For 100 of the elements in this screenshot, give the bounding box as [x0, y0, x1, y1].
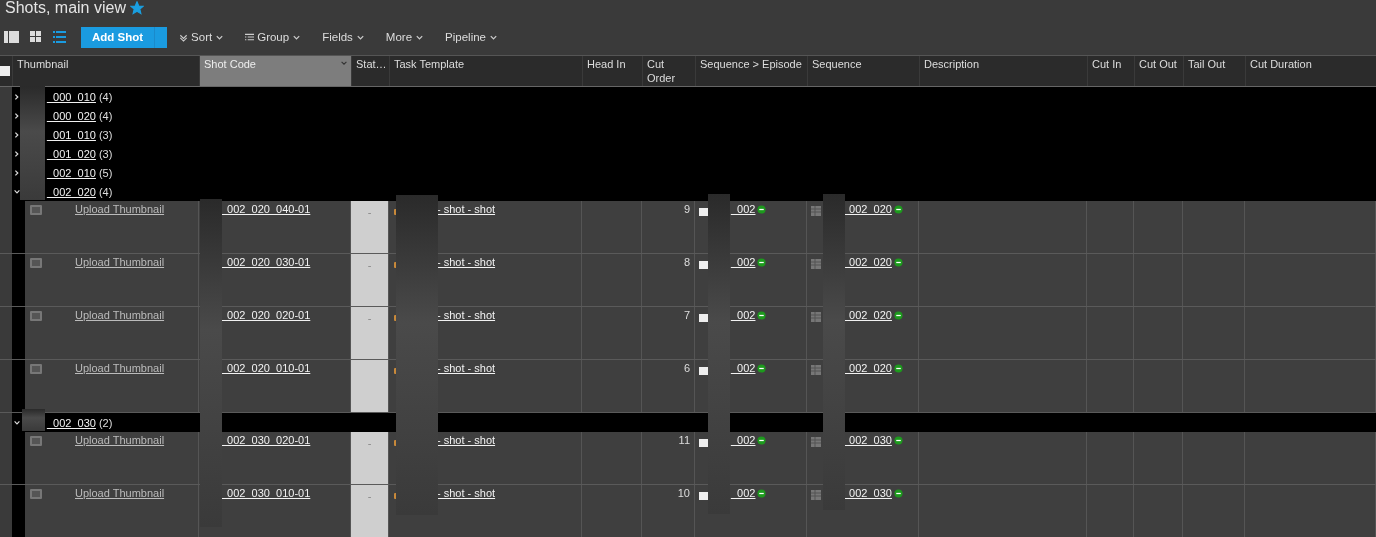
cut-order-value: 8: [683, 256, 690, 268]
list-view-icon[interactable]: [52, 30, 67, 44]
expand-chevron-icon[interactable]: [13, 130, 21, 139]
collapse-chevron-icon[interactable]: [13, 418, 21, 427]
sequence-icon: [811, 490, 821, 500]
sequence-link[interactable]: _002_020: [843, 362, 892, 374]
sequence-icon: [811, 206, 821, 216]
status-icon: [893, 489, 903, 498]
task-template-link[interactable]: - shot - shot: [437, 309, 496, 321]
status-cell: -: [351, 254, 389, 306]
cut-order-value: 11: [678, 434, 690, 446]
column-header[interactable]: Shot Code: [199, 56, 351, 86]
film-icon: [29, 435, 43, 447]
column-header[interactable]: Cut In: [1087, 56, 1134, 86]
cut-order-value: 9: [683, 203, 690, 215]
group-count: (4): [98, 90, 113, 103]
expand-chevron-icon[interactable]: [13, 168, 21, 177]
task-template-link[interactable]: - shot - shot: [437, 487, 496, 499]
upload-thumbnail-link[interactable]: Upload Thumbnail: [75, 487, 165, 499]
upload-thumbnail-link[interactable]: Upload Thumbnail: [75, 256, 165, 268]
toolbar-menu[interactable]: Pipeline: [445, 31, 498, 43]
expand-chevron-icon[interactable]: [13, 92, 21, 101]
episode-link[interactable]: _002: [731, 487, 756, 499]
task-template-link[interactable]: - shot - shot: [437, 256, 496, 268]
toolbar-menu[interactable]: Fields: [322, 31, 365, 43]
episode-icon: [699, 206, 709, 216]
sequence-icon: [811, 259, 821, 269]
upload-thumbnail-link[interactable]: Upload Thumbnail: [75, 203, 165, 215]
cut-order-value: 6: [683, 362, 690, 374]
status-icon: [757, 205, 767, 214]
column-header[interactable]: Stat…: [351, 56, 389, 86]
episode-link[interactable]: _002: [731, 203, 756, 215]
sequence-link[interactable]: _002_020: [843, 256, 892, 268]
column-header[interactable]: Description: [919, 56, 1087, 86]
group-icon[interactable]: [245, 32, 255, 42]
shot-code-link[interactable]: _002_020_040-01: [221, 203, 311, 215]
group-count: (3): [98, 147, 113, 160]
task-template-link[interactable]: - shot - shot: [437, 362, 496, 374]
group-link[interactable]: _002_030: [47, 416, 96, 429]
toolbar-menu[interactable]: Group: [245, 31, 302, 43]
status-cell: -: [351, 485, 389, 537]
sequence-link[interactable]: _002_030: [843, 487, 892, 499]
status-icon: [893, 364, 903, 373]
group-link[interactable]: _000_020: [47, 109, 96, 122]
column-header[interactable]: Cut Order: [642, 56, 695, 86]
toolbar-menu[interactable]: Sort: [179, 31, 225, 43]
shot-code-link[interactable]: _002_030_020-01: [221, 434, 311, 446]
column-header[interactable]: Head In: [582, 56, 642, 86]
panel-layout-icon[interactable]: [4, 30, 19, 44]
column-header[interactable]: Sequence > Episode: [695, 56, 807, 86]
redaction-bar: [22, 409, 45, 431]
grid-view-icon[interactable]: [28, 30, 43, 44]
page-title: Shots, main view: [5, 0, 126, 17]
sequence-link[interactable]: _002_020: [843, 309, 892, 321]
collapse-chevron-icon[interactable]: [13, 187, 21, 196]
status-icon: [757, 258, 767, 267]
upload-thumbnail-link[interactable]: Upload Thumbnail: [75, 434, 165, 446]
group-link[interactable]: _002_010: [47, 166, 96, 179]
sort-caret-icon: [340, 59, 348, 67]
expand-chevron-icon[interactable]: [13, 111, 21, 120]
cut-order-value: 7: [683, 309, 690, 321]
task-template-link[interactable]: - shot - shot: [437, 434, 496, 446]
episode-icon: [699, 259, 709, 269]
sort-icon[interactable]: [179, 32, 189, 42]
group-link[interactable]: _000_010: [47, 90, 96, 103]
group-link[interactable]: _001_010: [47, 128, 96, 141]
group-link[interactable]: _002_020: [47, 185, 96, 198]
star-icon[interactable]: [129, 1, 144, 15]
column-header[interactable]: Cut Out: [1134, 56, 1183, 86]
sequence-link[interactable]: _002_030: [843, 434, 892, 446]
upload-thumbnail-link[interactable]: Upload Thumbnail: [75, 362, 165, 374]
film-icon: [29, 204, 43, 216]
shot-code-link[interactable]: _002_020_030-01: [221, 256, 311, 268]
film-icon: [29, 363, 43, 375]
status-cell: -: [351, 201, 389, 253]
sequence-link[interactable]: _002_020: [843, 203, 892, 215]
episode-icon: [699, 437, 709, 447]
episode-icon: [699, 312, 709, 322]
shot-code-link[interactable]: _002_030_010-01: [221, 487, 311, 499]
upload-thumbnail-link[interactable]: Upload Thumbnail: [75, 309, 165, 321]
group-count: (4): [98, 109, 113, 122]
film-icon: [29, 310, 43, 322]
column-header[interactable]: Task Template: [389, 56, 582, 86]
episode-icon: [699, 365, 709, 375]
group-count: (5): [98, 166, 113, 179]
toolbar-menu[interactable]: More: [385, 31, 425, 43]
episode-link[interactable]: _002: [731, 309, 756, 321]
shot-code-link[interactable]: _002_020_010-01: [221, 362, 311, 374]
episode-link[interactable]: _002: [731, 256, 756, 268]
task-template-link[interactable]: - shot - shot: [437, 203, 496, 215]
group-link[interactable]: _001_020: [47, 147, 96, 160]
column-header[interactable]: Tail Out: [1183, 56, 1245, 86]
expand-chevron-icon[interactable]: [13, 149, 21, 158]
column-header[interactable]: Sequence: [807, 56, 919, 86]
episode-link[interactable]: _002: [731, 362, 756, 374]
select-all-checkbox[interactable]: [0, 66, 10, 76]
column-header[interactable]: Cut Duration: [1245, 56, 1376, 86]
episode-link[interactable]: _002: [731, 434, 756, 446]
shot-code-link[interactable]: _002_020_020-01: [221, 309, 311, 321]
status-icon: [893, 205, 903, 214]
